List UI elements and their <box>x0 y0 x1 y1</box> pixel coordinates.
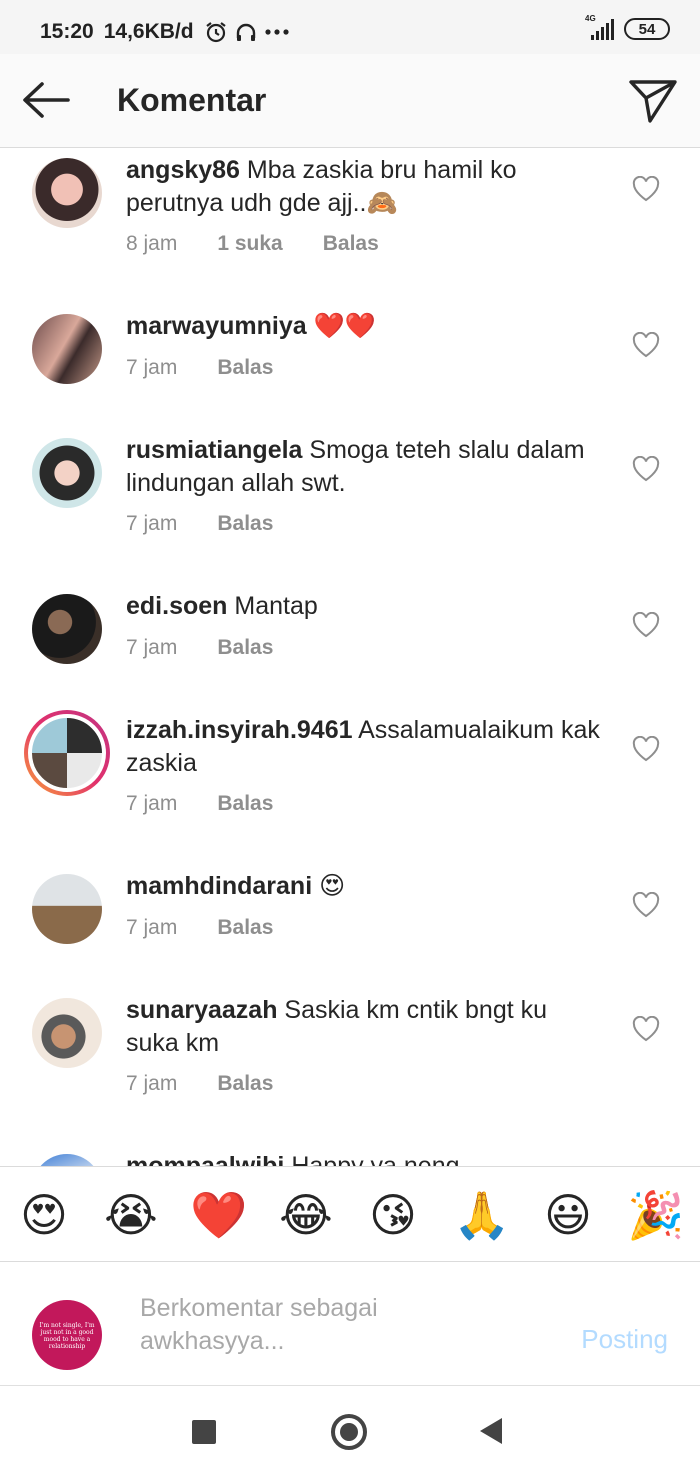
comment-username[interactable]: mamhdindarani <box>126 872 312 900</box>
comments-list[interactable]: angsky86 Mba zaskia bru hamil ko perutny… <box>0 148 700 1166</box>
system-back-button[interactable] <box>480 1418 502 1444</box>
reply-button[interactable]: Balas <box>217 512 273 536</box>
status-icons <box>204 20 290 44</box>
comment-text: edi.soen Mantap <box>126 590 606 623</box>
comment-text: angsky86 Mba zaskia bru hamil ko perutny… <box>126 154 606 220</box>
comment-input[interactable]: Berkomentar sebagai awkhasyya... <box>140 1292 440 1358</box>
emoji-party-popper[interactable]: 🎉 <box>627 1189 684 1241</box>
status-left: 15:20 14,6KB/d <box>40 20 290 44</box>
post-button[interactable]: Posting <box>581 1324 668 1355</box>
comment-username[interactable]: mompaalwibi <box>126 1152 284 1166</box>
avatar[interactable] <box>32 1154 102 1166</box>
alarm-icon <box>205 22 226 43</box>
comment-body: ❤️❤️ <box>313 312 376 340</box>
status-right: 4G 54 <box>585 14 670 40</box>
avatar[interactable] <box>32 314 102 384</box>
reply-button[interactable]: Balas <box>323 232 379 256</box>
avatar[interactable] <box>32 158 102 228</box>
comment-meta: 8 jam 1 suka Balas <box>126 232 379 256</box>
avatar-story-ring[interactable] <box>24 710 110 796</box>
emoji-red-heart[interactable]: ❤️ <box>190 1189 247 1241</box>
send-icon[interactable] <box>628 78 678 124</box>
comment-username[interactable]: rusmiatiangela <box>126 436 302 464</box>
system-nav-bar <box>0 1386 700 1478</box>
comment-time: 7 jam <box>126 792 178 815</box>
back-arrow-icon[interactable] <box>20 80 72 120</box>
more-dots-icon <box>264 29 289 35</box>
my-avatar: I'm not single, I'm just not in a good m… <box>32 1300 102 1370</box>
comment-username[interactable]: sunaryaazah <box>126 996 277 1024</box>
comment-time: 7 jam <box>126 1072 178 1095</box>
comment-likes[interactable]: 1 suka <box>217 232 282 256</box>
comment-meta: 7 jam Balas <box>126 636 273 660</box>
reply-button[interactable]: Balas <box>217 916 273 940</box>
heart-icon[interactable] <box>632 892 660 918</box>
comment-time: 7 jam <box>126 636 178 659</box>
comment-text: mamhdindarani 😍 <box>126 870 606 903</box>
emoji-heart-eyes[interactable]: 😍 <box>16 1189 72 1241</box>
recents-button[interactable] <box>192 1420 216 1444</box>
comment-text: izzah.insyirah.9461 Assalamualaikum kak … <box>126 714 606 780</box>
reply-button[interactable]: Balas <box>217 792 273 816</box>
emoji-smiley[interactable]: 😃 <box>540 1189 596 1241</box>
status-speed: 14,6KB/d <box>103 20 194 43</box>
signal-icon: 4G <box>585 14 614 40</box>
home-button[interactable] <box>331 1414 367 1450</box>
comment-body: 😍 <box>319 872 346 900</box>
comment-username[interactable]: angsky86 <box>126 156 240 184</box>
comment-composer: I'm not single, I'm just not in a good m… <box>0 1262 700 1386</box>
comment-time: 8 jam <box>126 232 178 255</box>
headphones-icon <box>236 23 255 41</box>
status-bar: 15:20 14,6KB/d 4G 54 <box>0 0 700 54</box>
heart-icon[interactable] <box>632 1016 660 1042</box>
status-time: 15:20 <box>40 20 94 43</box>
comment-body: Mantap <box>234 592 318 620</box>
comment-text: marwayumniya ❤️❤️ <box>126 310 606 343</box>
avatar[interactable] <box>32 594 102 664</box>
heart-icon[interactable] <box>632 176 660 202</box>
avatar[interactable] <box>32 998 102 1068</box>
emoji-folded-hands[interactable]: 🙏 <box>453 1189 510 1241</box>
comment-username[interactable]: marwayumniya <box>126 312 307 340</box>
emoji-crying[interactable]: 😭 <box>103 1189 159 1241</box>
comment-meta: 7 jam Balas <box>126 916 273 940</box>
comment-username[interactable]: izzah.insyirah.9461 <box>126 716 353 744</box>
comment-meta: 7 jam Balas <box>126 356 273 380</box>
comment-body: Happy ya neng <box>291 1152 460 1166</box>
comment-time: 7 jam <box>126 916 178 939</box>
heart-icon[interactable] <box>632 332 660 358</box>
comment-time: 7 jam <box>126 356 178 379</box>
heart-icon[interactable] <box>632 456 660 482</box>
avatar[interactable] <box>32 874 102 944</box>
network-type: 4G <box>585 14 596 23</box>
comment-text: sunaryaazah Saskia km cntik bngt ku suka… <box>126 994 606 1060</box>
avatar <box>28 714 106 792</box>
battery-icon: 54 <box>624 18 670 40</box>
page-title: Komentar <box>117 82 267 118</box>
heart-icon[interactable] <box>632 736 660 762</box>
comment-text: rusmiatiangela Smoga teteh slalu dalam l… <box>126 434 606 500</box>
comment-meta: 7 jam Balas <box>126 1072 273 1096</box>
comment-time: 7 jam <box>126 512 178 535</box>
header: Komentar <box>0 54 700 148</box>
reply-button[interactable]: Balas <box>217 356 273 380</box>
my-avatar-text: I'm not single, I'm just not in a good m… <box>39 1322 95 1350</box>
battery-level: 54 <box>638 20 656 38</box>
reply-button[interactable]: Balas <box>217 636 273 660</box>
emoji-tears-of-joy[interactable]: 😂 <box>278 1189 334 1241</box>
emoji-kiss[interactable]: 😘 <box>365 1189 421 1241</box>
reply-button[interactable]: Balas <box>217 1072 273 1096</box>
comment-meta: 7 jam Balas <box>126 512 273 536</box>
comment-username[interactable]: edi.soen <box>126 592 227 620</box>
avatar[interactable] <box>32 438 102 508</box>
emoji-quick-bar: 😍 😭 ❤️ 😂 😘 🙏 😃 🎉 <box>0 1166 700 1262</box>
comment-text: mompaalwibi Happy ya neng <box>126 1150 606 1166</box>
heart-icon[interactable] <box>632 612 660 638</box>
comment-meta: 7 jam Balas <box>126 792 273 816</box>
